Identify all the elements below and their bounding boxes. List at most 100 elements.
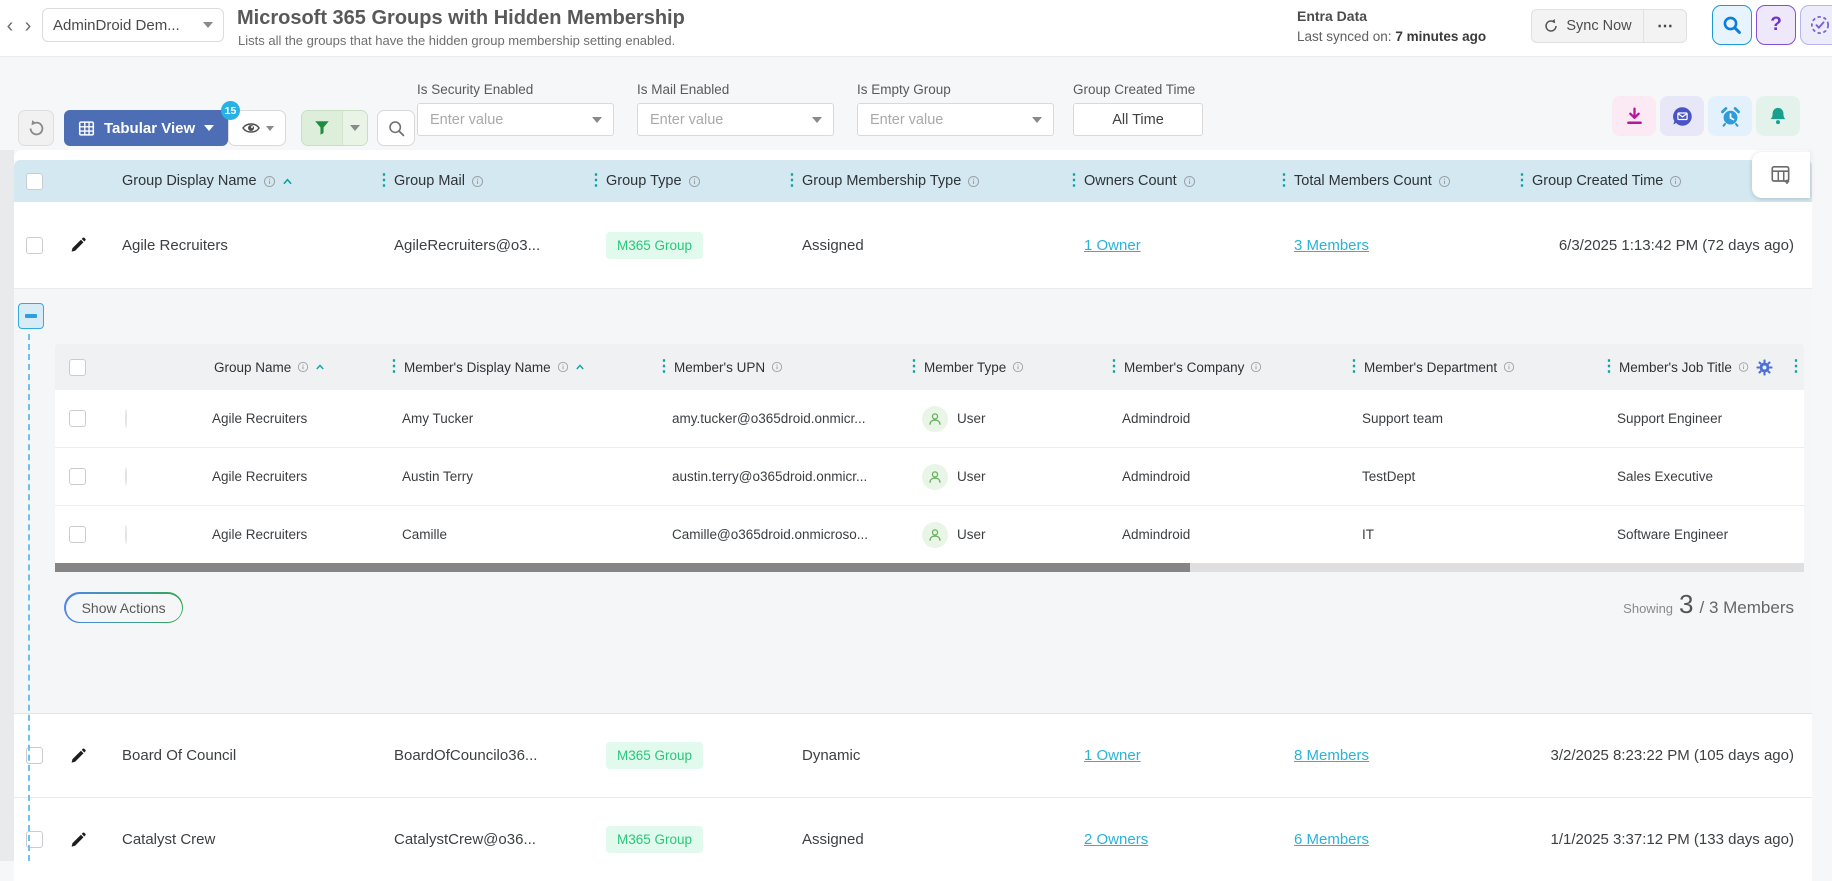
column-separator-icon <box>588 174 604 188</box>
owners-count-link[interactable]: 1 Owner <box>1084 747 1141 764</box>
last-synced-prefix: Last synced on: <box>1297 29 1392 44</box>
group-display-name-cell: Catalyst Crew <box>122 831 216 848</box>
column-header-member-upn[interactable]: Member's UPN <box>654 360 904 375</box>
member-type-cell: User <box>957 469 986 484</box>
schedule-alert-button[interactable] <box>1708 96 1752 136</box>
row-checkbox[interactable] <box>25 236 43 254</box>
table-row[interactable]: Catalyst Crew CatalystCrew@o36... M365 G… <box>14 798 1812 881</box>
horizontal-scrollbar-track[interactable] <box>55 563 1804 572</box>
column-header-group-mail[interactable]: Group Mail <box>374 173 586 189</box>
filter-funnel-icon <box>315 121 329 135</box>
sort-ascending-icon <box>575 364 584 370</box>
reset-button[interactable] <box>18 110 54 146</box>
column-header-member-type[interactable]: Member Type <box>904 360 1104 375</box>
subtable-header-row: Group Name Member's Display Name <box>55 344 1804 390</box>
filter-group-empty: Is Empty Group <box>857 82 1054 136</box>
filter-dropdown-part[interactable] <box>342 111 367 145</box>
info-icon <box>263 175 275 187</box>
info-icon <box>1251 361 1262 373</box>
column-visibility-button[interactable]: 15 <box>221 101 286 146</box>
member-checkbox[interactable] <box>68 526 86 543</box>
tabular-view-button[interactable]: Tabular View <box>64 110 229 146</box>
column-chooser-button[interactable] <box>1752 152 1810 198</box>
column-header-group-membership-type[interactable]: Group Membership Type <box>782 173 1064 189</box>
scheduled-task-button[interactable] <box>1800 5 1832 45</box>
member-row[interactable]: Agile Recruiters Camille Camille@o365dro… <box>55 506 1804 564</box>
member-row[interactable]: Agile Recruiters Amy Tucker amy.tucker@o… <box>55 390 1804 448</box>
select-all-members-checkbox[interactable] <box>68 358 86 376</box>
subtable-settings-gear-icon[interactable] <box>1755 358 1774 377</box>
info-icon <box>1438 175 1450 187</box>
member-checkbox[interactable] <box>68 410 86 427</box>
column-separator-icon <box>906 360 922 374</box>
table-search-button[interactable] <box>377 110 415 146</box>
sync-now-button[interactable]: Sync Now <box>1531 9 1643 43</box>
tabular-view-label: Tabular View <box>104 119 196 137</box>
filter-select[interactable] <box>637 103 834 136</box>
help-button[interactable]: ? <box>1756 5 1796 45</box>
filter-input-mail[interactable] <box>638 104 810 135</box>
filter-main-part[interactable] <box>302 111 342 145</box>
column-header-member-company[interactable]: Member's Company <box>1104 360 1344 375</box>
show-actions-button[interactable]: Show Actions <box>64 592 184 624</box>
page-subtitle: Lists all the groups that have the hidde… <box>238 33 676 48</box>
dashed-circle-check-icon <box>1810 15 1830 35</box>
column-header-label: Member's UPN <box>674 359 766 375</box>
tenant-selector-label: AdminDroid Dem... <box>53 16 180 34</box>
column-header-member-department[interactable]: Member's Department <box>1344 360 1599 375</box>
horizontal-scrollbar-thumb[interactable] <box>55 563 1190 572</box>
edit-row-button[interactable] <box>54 746 102 766</box>
table-row[interactable]: Agile Recruiters AgileRecruiters@o3... M… <box>14 202 1812 289</box>
notifications-button[interactable] <box>1756 96 1800 136</box>
filter-label: Is Security Enabled <box>417 82 534 97</box>
column-header-group-display-name[interactable]: Group Display Name <box>102 173 374 189</box>
global-search-button[interactable] <box>1712 5 1752 45</box>
user-type-icon <box>922 463 948 490</box>
edit-row-button[interactable] <box>54 830 102 850</box>
filter-input-empty[interactable] <box>858 104 1030 135</box>
member-group-name-cell: Agile Recruiters <box>212 527 308 542</box>
owners-count-link[interactable]: 2 Owners <box>1084 831 1148 848</box>
member-checkbox[interactable] <box>68 468 86 485</box>
report-table: Group Display Name Group Mail Group Type <box>14 150 1812 881</box>
nav-back-button[interactable]: ‹ <box>2 12 18 40</box>
created-time-filter-button[interactable]: All Time <box>1073 103 1203 136</box>
members-count-link[interactable]: 6 Members <box>1294 831 1369 848</box>
email-report-button[interactable] <box>1660 96 1704 136</box>
table-row[interactable]: Board Of Council BoardOfCouncilo36... M3… <box>14 714 1812 798</box>
select-all-checkbox[interactable] <box>25 172 43 190</box>
chevron-down-icon <box>204 125 215 131</box>
column-header-member-job-title[interactable]: Member's Job Title <box>1599 360 1749 375</box>
member-row[interactable]: Agile Recruiters Austin Terry austin.ter… <box>55 448 1804 506</box>
members-count-link[interactable]: 8 Members <box>1294 747 1369 764</box>
column-header-owners-count[interactable]: Owners Count <box>1064 173 1274 189</box>
column-header-group-name[interactable]: Group Name <box>194 360 384 375</box>
last-synced-value: 7 minutes ago <box>1395 29 1487 44</box>
export-download-button[interactable] <box>1612 96 1656 136</box>
collapse-row-button[interactable] <box>18 303 44 329</box>
last-synced-text: Last synced on: 7 minutes ago <box>1297 27 1486 47</box>
column-header-label: Group Mail <box>394 173 465 189</box>
filter-button[interactable] <box>301 110 368 146</box>
filter-select[interactable] <box>857 103 1054 136</box>
more-options-button[interactable]: ⋯ <box>1643 9 1687 43</box>
column-header-total-members-count[interactable]: Total Members Count <box>1274 173 1512 189</box>
column-header-member-display-name[interactable]: Member's Display Name <box>384 360 654 375</box>
edit-row-button[interactable] <box>54 235 102 255</box>
column-chooser-icon <box>1771 166 1790 184</box>
column-separator-icon <box>1601 360 1617 374</box>
filter-input-security[interactable] <box>418 104 590 135</box>
info-icon <box>1013 361 1024 373</box>
owners-count-link[interactable]: 1 Owner <box>1084 237 1141 254</box>
column-header-group-type[interactable]: Group Type <box>586 173 782 189</box>
sort-ascending-icon <box>282 177 292 184</box>
group-mail-cell: BoardOfCouncilo36... <box>394 747 538 764</box>
pencil-icon <box>71 832 86 847</box>
tenant-selector[interactable]: AdminDroid Dem... <box>42 8 224 42</box>
column-count-badge: 15 <box>221 101 240 120</box>
members-count-link[interactable]: 3 Members <box>1294 237 1369 254</box>
member-group-name-cell: Agile Recruiters <box>212 469 308 484</box>
member-upn-cell: Camille@o365droid.onmicroso... <box>672 527 869 542</box>
filter-select[interactable] <box>417 103 614 136</box>
nav-forward-button[interactable]: › <box>20 12 36 40</box>
